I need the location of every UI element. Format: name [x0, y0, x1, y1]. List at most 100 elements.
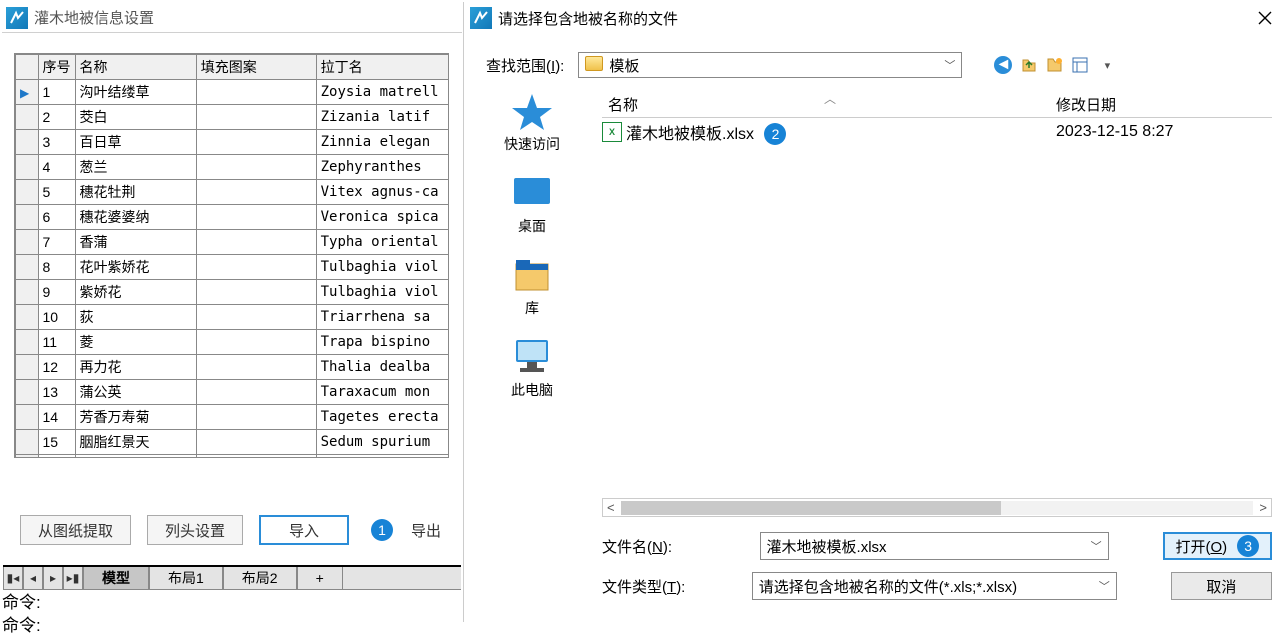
tab-add[interactable]: +: [297, 567, 343, 589]
col-seq[interactable]: 序号: [38, 55, 75, 80]
cell-fill[interactable]: [196, 355, 316, 380]
cell-seq[interactable]: 15: [38, 430, 75, 455]
import-button[interactable]: 导入: [259, 515, 349, 545]
cell-name[interactable]: 穗花牡荆: [75, 180, 196, 205]
cell-name[interactable]: 佛甲草: [75, 455, 196, 459]
cell-name[interactable]: 沟叶结缕草: [75, 80, 196, 105]
cell-latin[interactable]: Typha oriental: [316, 230, 448, 255]
table-row[interactable]: 4葱兰 Zephyranthes: [16, 155, 449, 180]
cell-name[interactable]: 胭脂红景天: [75, 430, 196, 455]
cell-latin[interactable]: Triarrhena sa: [316, 305, 448, 330]
table-row[interactable]: 15胭脂红景天 Sedum spurium: [16, 430, 449, 455]
table-row[interactable]: 10荻 Triarrhena sa: [16, 305, 449, 330]
views-icon[interactable]: [1072, 56, 1090, 74]
cell-name[interactable]: 葱兰: [75, 155, 196, 180]
col-name[interactable]: 名称: [75, 55, 196, 80]
cell-name[interactable]: 蒲公英: [75, 380, 196, 405]
cell-seq[interactable]: 14: [38, 405, 75, 430]
cell-fill[interactable]: [196, 155, 316, 180]
cell-seq[interactable]: 5: [38, 180, 75, 205]
table-row[interactable]: 9紫娇花Tulbaghia viol: [16, 280, 449, 305]
cell-fill[interactable]: [196, 105, 316, 130]
table-row[interactable]: 11菱 Trapa bispino: [16, 330, 449, 355]
filetype-combo[interactable]: 请选择包含地被名称的文件(*.xls;*.xlsx) ﹀: [752, 572, 1117, 600]
cell-fill[interactable]: [196, 180, 316, 205]
cell-latin[interactable]: Zoysia matrell: [316, 80, 448, 105]
cell-latin[interactable]: Thalia dealba: [316, 355, 448, 380]
cell-seq[interactable]: 3: [38, 130, 75, 155]
col-fill[interactable]: 填充图案: [196, 55, 316, 80]
cell-seq[interactable]: 2: [38, 105, 75, 130]
views-chevron-icon[interactable]: ▾: [1098, 56, 1116, 74]
filename-combo[interactable]: 灌木地被模板.xlsx ﹀: [760, 532, 1109, 560]
table-row[interactable]: 12再力花 Thalia dealba: [16, 355, 449, 380]
cell-seq[interactable]: 10: [38, 305, 75, 330]
cell-seq[interactable]: 13: [38, 380, 75, 405]
cell-fill[interactable]: [196, 280, 316, 305]
cell-name[interactable]: 再力花: [75, 355, 196, 380]
cell-latin[interactable]: Trapa bispino: [316, 330, 448, 355]
cell-name[interactable]: 荻: [75, 305, 196, 330]
column-settings-button[interactable]: 列头设置: [147, 515, 243, 545]
table-row[interactable]: 8花叶紫娇花Tulbaghia viol: [16, 255, 449, 280]
cell-latin[interactable]: Zephyranthes: [316, 155, 448, 180]
cell-seq[interactable]: 6: [38, 205, 75, 230]
place-libraries[interactable]: 库: [510, 256, 554, 318]
tab-nav-prev[interactable]: ◂: [23, 567, 43, 589]
scroll-right-icon[interactable]: >: [1259, 500, 1267, 515]
cell-fill[interactable]: [196, 430, 316, 455]
cell-latin[interactable]: Sedum spurium: [316, 430, 448, 455]
back-icon[interactable]: ◄: [994, 56, 1012, 74]
cell-name[interactable]: 菱: [75, 330, 196, 355]
cell-fill[interactable]: [196, 205, 316, 230]
cell-seq[interactable]: 8: [38, 255, 75, 280]
table-row[interactable]: 13蒲公英 Taraxacum mon: [16, 380, 449, 405]
cell-fill[interactable]: [196, 455, 316, 459]
close-button[interactable]: [1250, 5, 1280, 31]
place-this-pc[interactable]: 此电脑: [510, 338, 554, 400]
cell-name[interactable]: 穗花婆婆纳: [75, 205, 196, 230]
extract-from-drawing-button[interactable]: 从图纸提取: [20, 515, 131, 545]
table-row[interactable]: 5穗花牡荆Vitex agnus-ca: [16, 180, 449, 205]
scroll-thumb[interactable]: [621, 501, 1001, 515]
export-button[interactable]: 导出: [409, 515, 443, 545]
table-row[interactable]: 2茭白Zizania latif: [16, 105, 449, 130]
cell-fill[interactable]: [196, 130, 316, 155]
table-row[interactable]: 14芳香万寿菊 Tagetes erecta: [16, 405, 449, 430]
cell-latin[interactable]: Taraxacum mon: [316, 380, 448, 405]
file-row[interactable]: X 灌木地被模板.xlsx 2 2023-12-15 8:27: [602, 118, 1272, 146]
table-row[interactable]: 7香蒲Typha oriental: [16, 230, 449, 255]
look-in-combo[interactable]: 模板 ﹀: [578, 52, 962, 78]
cell-latin[interactable]: Sedum lineare: [316, 455, 448, 459]
cell-latin[interactable]: Tulbaghia viol: [316, 255, 448, 280]
cancel-button[interactable]: 取消: [1171, 572, 1272, 600]
cell-latin[interactable]: Tulbaghia viol: [316, 280, 448, 305]
table-row[interactable]: ▶1沟叶结缕草Zoysia matrell: [16, 80, 449, 105]
cell-latin[interactable]: Zizania latif: [316, 105, 448, 130]
cell-seq[interactable]: 12: [38, 355, 75, 380]
tab-layout2[interactable]: 布局2: [223, 567, 297, 589]
tab-model[interactable]: 模型: [83, 567, 149, 589]
header-date[interactable]: 修改日期: [1056, 94, 1272, 115]
cell-fill[interactable]: [196, 230, 316, 255]
new-folder-icon[interactable]: [1046, 56, 1064, 74]
cell-seq[interactable]: 7: [38, 230, 75, 255]
cell-latin[interactable]: Veronica spica: [316, 205, 448, 230]
tab-layout1[interactable]: 布局1: [149, 567, 223, 589]
cell-seq[interactable]: 11: [38, 330, 75, 355]
open-button[interactable]: 打开(O)3: [1163, 532, 1272, 560]
tab-nav-next[interactable]: ▸: [43, 567, 63, 589]
table-row[interactable]: 3百日草Zinnia elegan: [16, 130, 449, 155]
cell-seq[interactable]: 4: [38, 155, 75, 180]
tab-nav-first[interactable]: ▮◂: [3, 567, 23, 589]
cell-seq[interactable]: 16: [38, 455, 75, 459]
cell-name[interactable]: 芳香万寿菊: [75, 405, 196, 430]
cell-fill[interactable]: [196, 330, 316, 355]
cell-latin[interactable]: Tagetes erecta: [316, 405, 448, 430]
col-latin[interactable]: 拉丁名: [316, 55, 448, 80]
cell-fill[interactable]: [196, 305, 316, 330]
cell-name[interactable]: 百日草: [75, 130, 196, 155]
cell-fill[interactable]: [196, 380, 316, 405]
place-quick-access[interactable]: 快速访问: [504, 92, 560, 154]
scroll-left-icon[interactable]: <: [607, 500, 615, 515]
